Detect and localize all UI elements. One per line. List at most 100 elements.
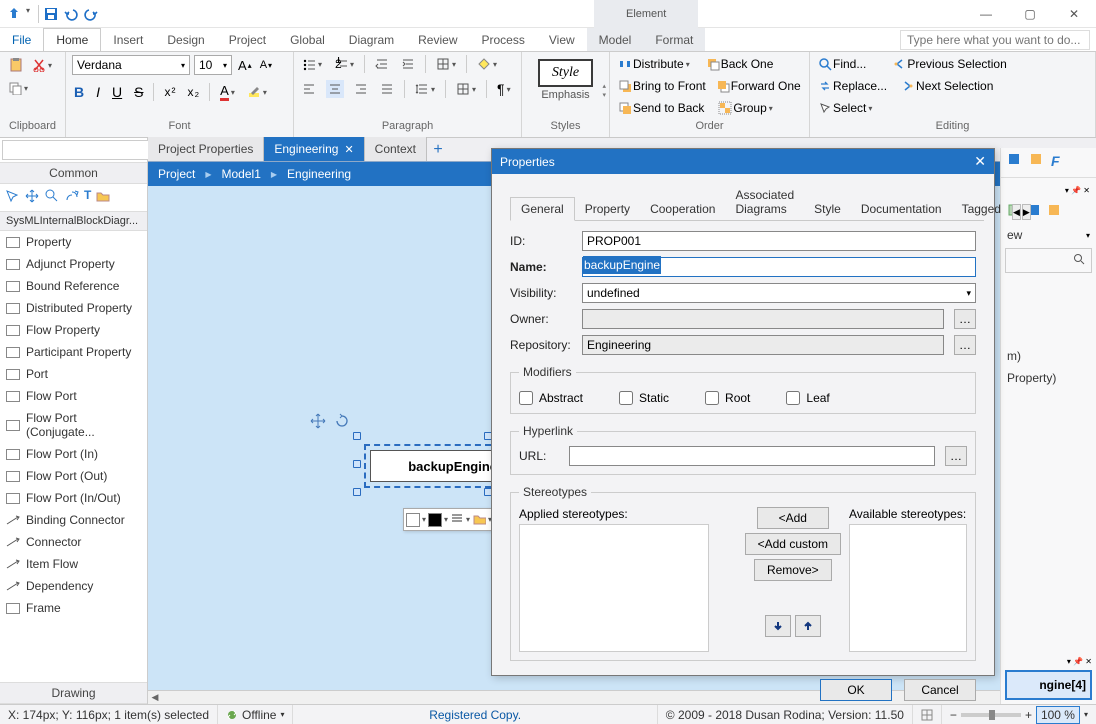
search-icon[interactable] xyxy=(1073,253,1085,268)
folder-tool-icon[interactable] xyxy=(95,188,111,207)
breadcrumb-item[interactable]: Engineering xyxy=(287,167,351,181)
panel-icon[interactable] xyxy=(1029,152,1043,169)
close-icon[interactable]: ✕ xyxy=(1052,0,1096,28)
breadcrumb-item[interactable]: Model1 xyxy=(222,167,261,181)
forward-one-button[interactable]: Forward One xyxy=(714,77,803,95)
strike-icon[interactable]: S xyxy=(132,82,145,102)
toolbox-item[interactable]: Bound Reference xyxy=(0,275,147,297)
panel-header-common[interactable]: Common xyxy=(0,163,147,184)
add-stereotype-button[interactable]: <Add xyxy=(757,507,829,529)
toolbox-item[interactable]: Adjunct Property xyxy=(0,253,147,275)
menu-review[interactable]: Review xyxy=(406,28,469,51)
toolbox-item[interactable]: Dependency xyxy=(0,575,147,597)
category-header[interactable]: SysMLInternalBlockDiagr... xyxy=(0,212,147,231)
paste-button[interactable] xyxy=(6,55,26,75)
visibility-combo[interactable]: undefined▾ xyxy=(582,283,976,303)
style-gallery[interactable]: Style xyxy=(538,59,593,87)
toolbox-item[interactable]: Binding Connector xyxy=(0,509,147,531)
url-browse-button[interactable]: … xyxy=(945,446,967,466)
numbering-icon[interactable]: 12 xyxy=(332,55,356,73)
send-to-back-button[interactable]: Send to Back xyxy=(616,99,706,117)
panel-icon[interactable] xyxy=(1007,152,1021,169)
fill-black-swatch[interactable] xyxy=(428,513,442,527)
breadcrumb-item[interactable]: Project xyxy=(158,167,195,181)
applied-stereotypes-list[interactable] xyxy=(519,524,709,652)
find-button[interactable]: Find... xyxy=(816,55,868,73)
table-icon[interactable] xyxy=(454,80,478,98)
line-style-icon[interactable] xyxy=(450,511,464,528)
toolbox-item[interactable]: Frame xyxy=(0,597,147,619)
toolbox-item[interactable]: Distributed Property xyxy=(0,297,147,319)
dialog-tab-tagged[interactable]: Tagged xyxy=(952,198,1011,220)
dialog-tab-style[interactable]: Style xyxy=(804,198,851,220)
toolbox-item[interactable]: Connector xyxy=(0,531,147,553)
justify-icon[interactable] xyxy=(378,80,396,98)
copy-button[interactable] xyxy=(6,79,30,97)
align-right-icon[interactable] xyxy=(352,80,370,98)
bring-to-front-button[interactable]: Bring to Front xyxy=(616,77,708,95)
subscript-icon[interactable]: x₂ xyxy=(185,83,201,101)
tellme-input[interactable] xyxy=(900,30,1090,50)
abstract-checkbox[interactable]: Abstract xyxy=(519,391,583,405)
toolbox-search-input[interactable] xyxy=(2,140,165,160)
owner-browse-button[interactable]: … xyxy=(954,309,976,329)
panel-header-drawing[interactable]: Drawing xyxy=(0,682,147,704)
fill-white-swatch[interactable] xyxy=(406,513,420,527)
dropdown-partial[interactable]: ew xyxy=(1007,228,1022,242)
dialog-tab-cooperation[interactable]: Cooperation xyxy=(640,198,725,220)
panel-controls[interactable]: ▾ 📌 ✕ xyxy=(1067,657,1092,666)
toolbox-item[interactable]: Flow Property xyxy=(0,319,147,341)
select-button[interactable]: Select xyxy=(816,99,874,117)
cut-button[interactable] xyxy=(30,56,54,74)
qat-dropdown-icon[interactable]: ▾ xyxy=(26,6,34,22)
font-size-combo[interactable]: 10▾ xyxy=(194,55,232,75)
move-down-icon[interactable] xyxy=(765,615,791,637)
root-checkbox[interactable]: Root xyxy=(705,391,750,405)
pointer-tool-icon[interactable] xyxy=(4,188,20,207)
text-tool-icon[interactable]: T xyxy=(84,188,91,207)
menu-format[interactable]: Format xyxy=(643,28,705,51)
ok-button[interactable]: OK xyxy=(820,679,892,701)
cancel-button[interactable]: Cancel xyxy=(904,679,976,701)
grow-font-icon[interactable]: A▴ xyxy=(236,56,254,75)
tab-engineering[interactable]: Engineering✕ xyxy=(264,137,364,161)
toolbox-item[interactable]: Flow Port (Conjugate... xyxy=(0,407,147,443)
toolbox-item[interactable]: Flow Port (In/Out) xyxy=(0,487,147,509)
toolbox-item[interactable]: Flow Port (In) xyxy=(0,443,147,465)
underline-icon[interactable]: U xyxy=(110,82,124,102)
back-one-button[interactable]: Back One xyxy=(704,55,776,73)
italic-icon[interactable]: I xyxy=(94,82,102,102)
save-icon[interactable] xyxy=(43,6,59,22)
name-input[interactable]: backupEngine xyxy=(582,257,976,277)
static-checkbox[interactable]: Static xyxy=(619,391,669,405)
add-tab-icon[interactable]: + xyxy=(427,141,449,159)
highlight-icon[interactable] xyxy=(245,83,269,101)
move-tool-icon[interactable] xyxy=(24,188,40,207)
outdent-icon[interactable] xyxy=(373,55,391,73)
maximize-icon[interactable]: ▢ xyxy=(1008,0,1052,28)
toolbox-item[interactable]: Port xyxy=(0,363,147,385)
add-custom-stereotype-button[interactable]: <Add custom xyxy=(745,533,841,555)
rotate-handle-icon[interactable] xyxy=(334,413,350,432)
menu-design[interactable]: Design xyxy=(155,28,216,51)
menu-home[interactable]: Home xyxy=(43,28,101,51)
toolbox-item[interactable]: Participant Property xyxy=(0,341,147,363)
next-selection-button[interactable]: Next Selection xyxy=(899,77,995,95)
distribute-button[interactable]: Distribute xyxy=(616,55,692,73)
url-input[interactable] xyxy=(569,446,935,466)
shrink-font-icon[interactable]: A▾ xyxy=(258,57,274,73)
dialog-tab-property[interactable]: Property xyxy=(575,198,640,220)
bullets-icon[interactable] xyxy=(300,55,324,73)
dialog-tab-assoc-diagrams[interactable]: Associated Diagrams xyxy=(725,184,804,220)
tag-icon[interactable] xyxy=(472,511,486,528)
tree-icon[interactable] xyxy=(1047,203,1061,220)
borders-icon[interactable] xyxy=(434,55,458,73)
line-spacing-icon[interactable] xyxy=(413,80,437,98)
redo-icon[interactable] xyxy=(83,6,99,22)
toolbox-item[interactable]: Flow Port (Out) xyxy=(0,465,147,487)
link-tool-icon[interactable] xyxy=(64,188,80,207)
tab-context[interactable]: Context xyxy=(365,137,427,161)
repository-browse-button[interactable]: … xyxy=(954,335,976,355)
menu-view[interactable]: View xyxy=(537,28,587,51)
zoom-in-icon[interactable]: + xyxy=(1025,708,1032,722)
